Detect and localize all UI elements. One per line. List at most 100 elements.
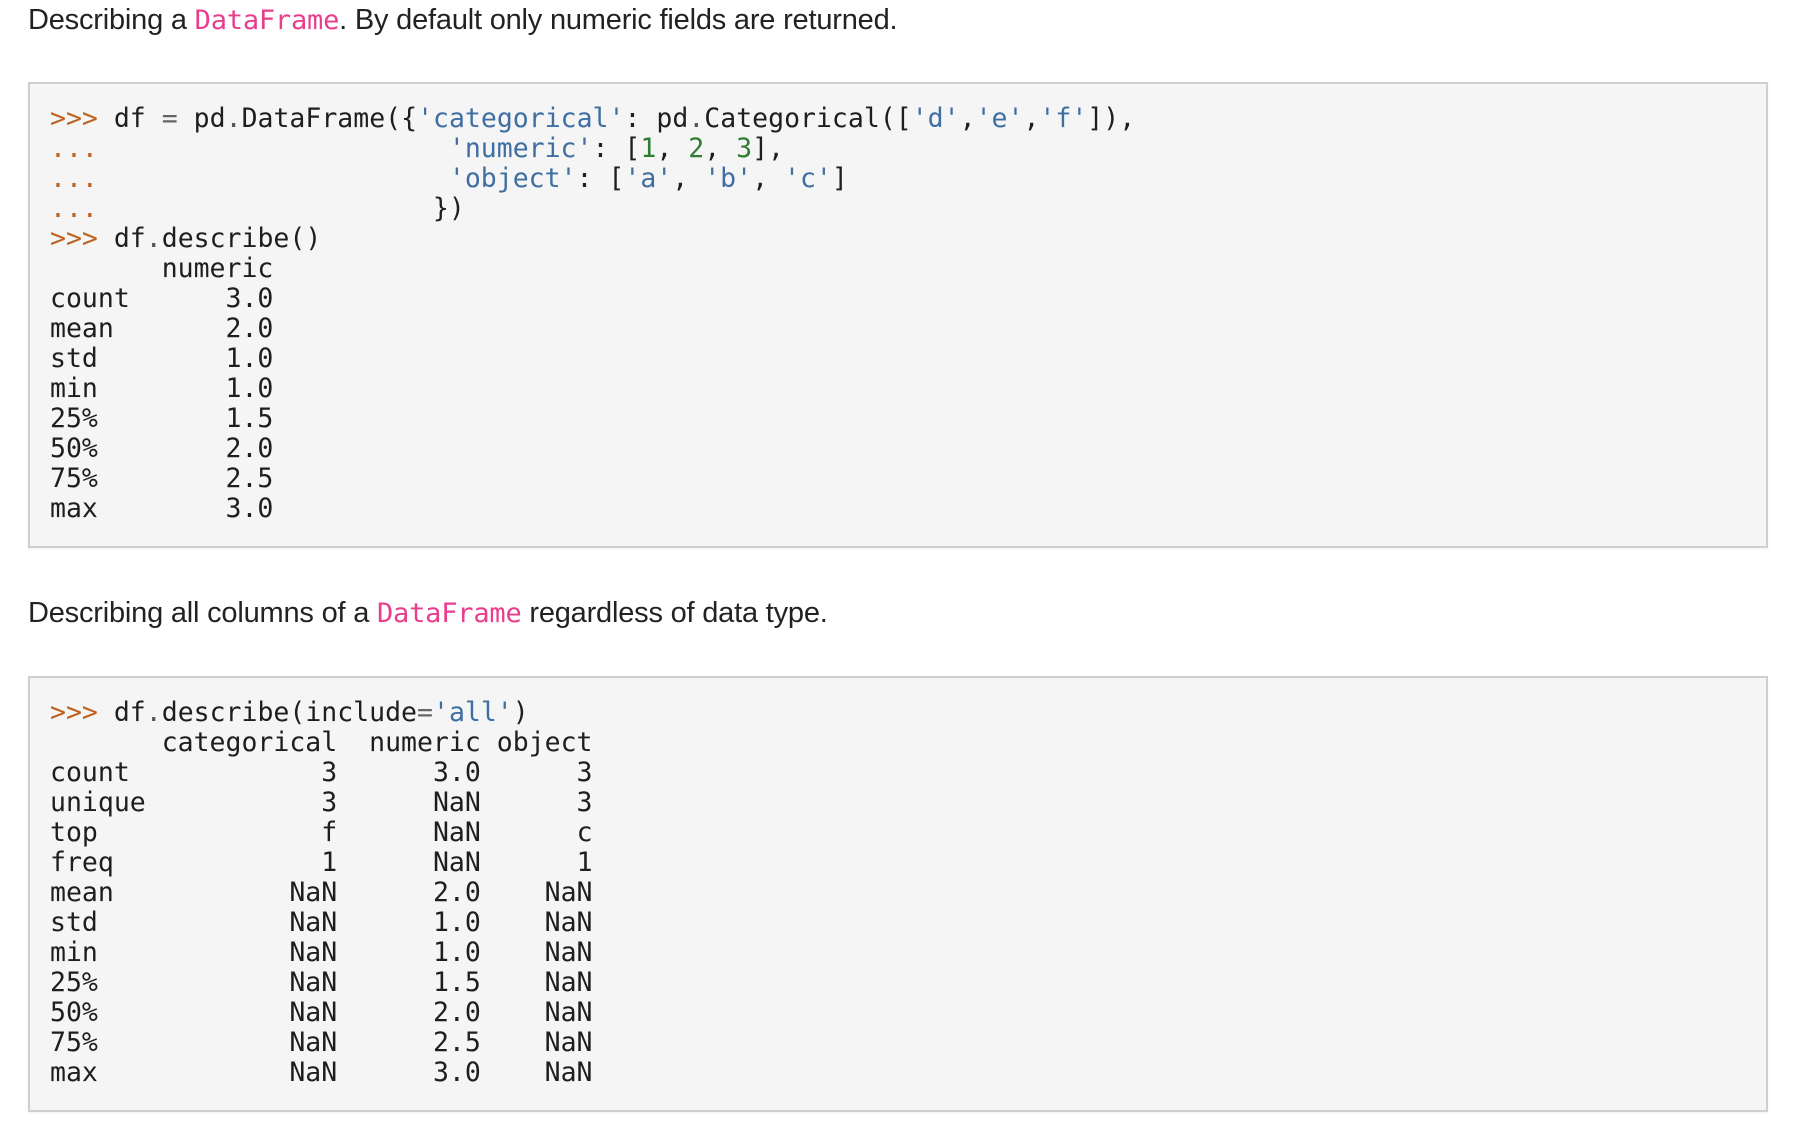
table-row: max NaN 3.0 NaN [50, 1058, 1766, 1088]
row-label: max [50, 493, 98, 524]
paragraph-intro: Describing a DataFrame. By default only … [28, 0, 898, 41]
table-cell: NaN [544, 967, 593, 998]
table-row: 75% NaN 2.5 NaN [50, 1028, 1766, 1058]
table-cell: NaN [544, 877, 593, 908]
code-block-describe-all: >>> df.describe(include='all') categoric… [28, 676, 1768, 1112]
code-block-describe-default: >>> df = pd.DataFrame({'categorical': pd… [28, 82, 1768, 548]
table-cell: 2.5 [225, 463, 274, 494]
table-row: 50% 2.0 [50, 434, 1766, 464]
row-label: freq [50, 847, 114, 878]
paragraph-text: regardless of data type. [521, 597, 828, 629]
table-cell: NaN [289, 967, 338, 998]
row-label: mean [50, 313, 114, 344]
table-cell: 3 [576, 787, 593, 818]
table-cell: NaN [289, 877, 338, 908]
table-cell: NaN [289, 997, 338, 1028]
inline-code-dataframe: DataFrame [194, 5, 340, 36]
table-row: mean NaN 2.0 NaN [50, 878, 1766, 908]
table-cell: 3 [321, 757, 338, 788]
table-row: min 1.0 [50, 374, 1766, 404]
inline-code-dataframe: DataFrame [377, 598, 522, 629]
table-row: top f NaN c [50, 818, 1766, 848]
table-cell: c [576, 817, 593, 848]
table-cell: 2.0 [225, 313, 274, 344]
table-cell: 2.0 [432, 877, 481, 908]
code-line: >>> df.describe(include='all') [50, 697, 529, 728]
table-header-row: categorical numeric object [50, 728, 1766, 758]
row-label: max [50, 1057, 98, 1088]
table-row: count 3 3.0 3 [50, 758, 1766, 788]
row-label: 75% [50, 1027, 98, 1058]
table-cell: 3 [576, 757, 593, 788]
table-cell: NaN [432, 817, 481, 848]
table-row: min NaN 1.0 NaN [50, 938, 1766, 968]
table-cell: 1.0 [225, 343, 274, 374]
paragraph-all-columns: Describing all columns of a DataFrame re… [28, 593, 828, 634]
row-label: 25% [50, 403, 98, 434]
table-cell: 1 [576, 847, 593, 878]
row-label: 50% [50, 433, 98, 464]
code-line: ... 'numeric': [1, 2, 3], [50, 133, 785, 164]
row-label: 25% [50, 967, 98, 998]
table-row: 25% NaN 1.5 NaN [50, 968, 1766, 998]
table-row: unique 3 NaN 3 [50, 788, 1766, 818]
column-header: object [496, 727, 593, 758]
table-row: std NaN 1.0 NaN [50, 908, 1766, 938]
table-cell: 1.5 [432, 967, 481, 998]
table-row: 75% 2.5 [50, 464, 1766, 494]
table-cell: 1.0 [225, 373, 274, 404]
table-cell: NaN [544, 1057, 593, 1088]
table-cell: 1.0 [432, 907, 481, 938]
table-row: mean 2.0 [50, 314, 1766, 344]
table-cell: 3.0 [432, 1057, 481, 1088]
table-cell: NaN [289, 1057, 338, 1088]
row-label: 75% [50, 463, 98, 494]
code-line: >>> df.describe() [50, 223, 322, 254]
table-cell: 3.0 [225, 283, 274, 314]
table-cell: 1.5 [225, 403, 274, 434]
table-cell: NaN [289, 1027, 338, 1058]
paragraph-text: Describing a [28, 4, 195, 36]
code-line: ... 'object': ['a', 'b', 'c'] [50, 163, 848, 194]
table-row: std 1.0 [50, 344, 1766, 374]
row-label: unique [50, 787, 146, 818]
column-header: categorical [161, 727, 338, 758]
code-line: >>> df = pd.DataFrame({'categorical': pd… [50, 103, 1136, 134]
code-listing: >>> df.describe(include='all') categoric… [30, 678, 1766, 1088]
table-cell: NaN [544, 997, 593, 1028]
column-header: numeric [369, 727, 481, 758]
row-label: count [50, 757, 130, 788]
paragraph-text: Describing all columns of a [28, 597, 377, 629]
row-label: std [50, 907, 98, 938]
table-cell: NaN [289, 907, 338, 938]
row-label: std [50, 343, 98, 374]
row-label: count [50, 283, 130, 314]
table-row: 25% 1.5 [50, 404, 1766, 434]
row-label: min [50, 937, 98, 968]
table-row: max 3.0 [50, 494, 1766, 524]
row-label: min [50, 373, 98, 404]
table-cell: NaN [544, 1027, 593, 1058]
table-row: freq 1 NaN 1 [50, 848, 1766, 878]
table-cell: 2.0 [432, 997, 481, 1028]
table-cell: 1.0 [432, 937, 481, 968]
table-cell: 2.0 [225, 433, 274, 464]
table-cell: NaN [432, 847, 481, 878]
table-cell: f [321, 817, 338, 848]
row-label: mean [50, 877, 114, 908]
table-row: 50% NaN 2.0 NaN [50, 998, 1766, 1028]
table-cell: NaN [544, 907, 593, 938]
row-label: top [50, 817, 98, 848]
table-cell: 2.5 [432, 1027, 481, 1058]
table-row: count 3.0 [50, 284, 1766, 314]
table-cell: NaN [544, 937, 593, 968]
table-cell: NaN [289, 937, 338, 968]
table-cell: 3 [321, 787, 338, 818]
code-listing: >>> df = pd.DataFrame({'categorical': pd… [30, 84, 1766, 524]
table-cell: 3.0 [432, 757, 481, 788]
table-cell: NaN [432, 787, 481, 818]
paragraph-text: . By default only numeric fields are ret… [339, 4, 898, 36]
table-header-row: numeric [50, 254, 1766, 284]
table-cell: 3.0 [225, 493, 274, 524]
code-line: ... }) [50, 193, 465, 224]
